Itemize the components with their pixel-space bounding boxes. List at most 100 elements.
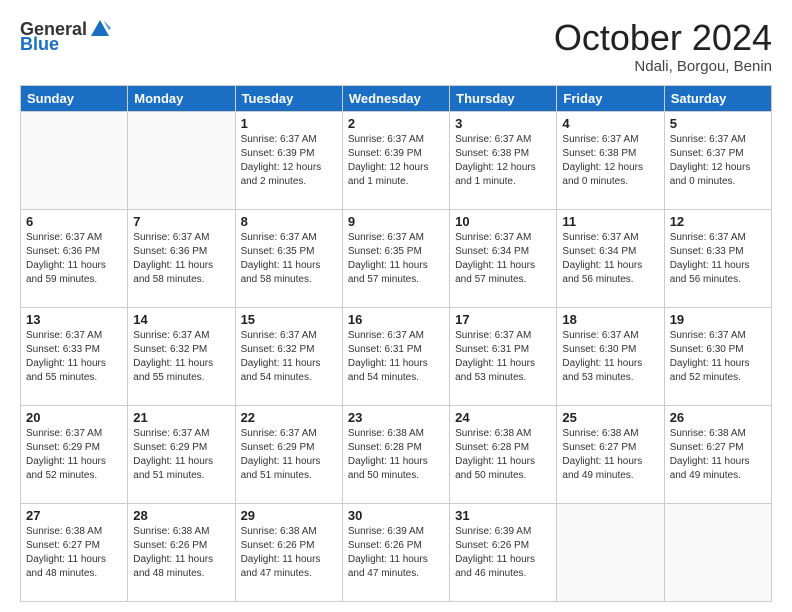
calendar-week-row: 13 Sunrise: 6:37 AM Sunset: 6:33 PM Dayli… [21, 307, 772, 405]
header: General Blue October 2024 Ndali, Borgou,… [20, 18, 772, 75]
day-info: Sunrise: 6:37 AM Sunset: 6:36 PM Dayligh… [133, 231, 229, 287]
day-number: 20 [26, 410, 122, 425]
calendar-cell [128, 111, 235, 209]
calendar-cell: 8 Sunrise: 6:37 AM Sunset: 6:35 PM Daylig… [235, 209, 342, 307]
calendar-cell [557, 503, 664, 601]
day-number: 18 [562, 312, 658, 327]
day-info: Sunrise: 6:37 AM Sunset: 6:29 PM Dayligh… [26, 427, 122, 483]
calendar-cell: 17 Sunrise: 6:37 AM Sunset: 6:31 PM Dayli… [450, 307, 557, 405]
day-info: Sunrise: 6:37 AM Sunset: 6:39 PM Dayligh… [348, 133, 444, 189]
day-info: Sunrise: 6:37 AM Sunset: 6:39 PM Dayligh… [241, 133, 337, 189]
day-number: 2 [348, 116, 444, 131]
day-header-wednesday: Wednesday [342, 85, 449, 111]
calendar-cell: 12 Sunrise: 6:37 AM Sunset: 6:33 PM Dayli… [664, 209, 771, 307]
calendar-cell [21, 111, 128, 209]
day-number: 10 [455, 214, 551, 229]
calendar-cell: 27 Sunrise: 6:38 AM Sunset: 6:27 PM Dayli… [21, 503, 128, 601]
day-info: Sunrise: 6:37 AM Sunset: 6:37 PM Dayligh… [670, 133, 766, 189]
day-number: 17 [455, 312, 551, 327]
logo-icon [89, 18, 111, 40]
day-number: 30 [348, 508, 444, 523]
day-header-monday: Monday [128, 85, 235, 111]
calendar-cell: 10Sunrise: 6:37 AM Sunset: 6:34 PM Dayli… [450, 209, 557, 307]
day-info: Sunrise: 6:38 AM Sunset: 6:28 PM Dayligh… [348, 427, 444, 483]
day-number: 16 [348, 312, 444, 327]
day-info: Sunrise: 6:37 AM Sunset: 6:32 PM Dayligh… [241, 329, 337, 385]
day-info: Sunrise: 6:37 AM Sunset: 6:35 PM Dayligh… [241, 231, 337, 287]
calendar-cell: 19Sunrise: 6:37 AM Sunset: 6:30 PM Dayli… [664, 307, 771, 405]
day-number: 29 [241, 508, 337, 523]
calendar-cell: 14Sunrise: 6:37 AM Sunset: 6:32 PM Dayli… [128, 307, 235, 405]
day-info: Sunrise: 6:38 AM Sunset: 6:27 PM Dayligh… [26, 525, 122, 581]
calendar-cell: 1 Sunrise: 6:37 AM Sunset: 6:39 PM Daylig… [235, 111, 342, 209]
calendar-cell: 31 Sunrise: 6:39 AM Sunset: 6:26 PM Dayli… [450, 503, 557, 601]
day-info: Sunrise: 6:38 AM Sunset: 6:27 PM Dayligh… [562, 427, 658, 483]
day-number: 12 [670, 214, 766, 229]
logo-blue-text: Blue [20, 34, 59, 55]
page: General Blue October 2024 Ndali, Borgou,… [0, 0, 792, 612]
day-info: Sunrise: 6:37 AM Sunset: 6:31 PM Dayligh… [455, 329, 551, 385]
month-title: October 2024 [554, 18, 772, 58]
day-header-tuesday: Tuesday [235, 85, 342, 111]
day-number: 3 [455, 116, 551, 131]
day-header-saturday: Saturday [664, 85, 771, 111]
day-number: 15 [241, 312, 337, 327]
calendar-cell: 11 Sunrise: 6:37 AM Sunset: 6:34 PM Dayli… [557, 209, 664, 307]
calendar-table: SundayMondayTuesdayWednesdayThursdayFrid… [20, 85, 772, 602]
calendar-week-row: 1 Sunrise: 6:37 AM Sunset: 6:39 PM Daylig… [21, 111, 772, 209]
calendar-cell: 9Sunrise: 6:37 AM Sunset: 6:35 PM Daylig… [342, 209, 449, 307]
calendar-cell: 20 Sunrise: 6:37 AM Sunset: 6:29 PM Dayli… [21, 405, 128, 503]
day-info: Sunrise: 6:37 AM Sunset: 6:31 PM Dayligh… [348, 329, 444, 385]
day-number: 8 [241, 214, 337, 229]
calendar-cell: 28Sunrise: 6:38 AM Sunset: 6:26 PM Dayli… [128, 503, 235, 601]
day-info: Sunrise: 6:37 AM Sunset: 6:29 PM Dayligh… [133, 427, 229, 483]
calendar-cell: 7 Sunrise: 6:37 AM Sunset: 6:36 PM Daylig… [128, 209, 235, 307]
day-number: 27 [26, 508, 122, 523]
calendar-header-row: SundayMondayTuesdayWednesdayThursdayFrid… [21, 85, 772, 111]
day-info: Sunrise: 6:37 AM Sunset: 6:32 PM Dayligh… [133, 329, 229, 385]
day-number: 11 [562, 214, 658, 229]
calendar-cell [664, 503, 771, 601]
calendar-week-row: 27 Sunrise: 6:38 AM Sunset: 6:27 PM Dayli… [21, 503, 772, 601]
calendar-cell: 23Sunrise: 6:38 AM Sunset: 6:28 PM Dayli… [342, 405, 449, 503]
calendar-cell: 15 Sunrise: 6:37 AM Sunset: 6:32 PM Dayli… [235, 307, 342, 405]
day-number: 22 [241, 410, 337, 425]
calendar-cell: 18 Sunrise: 6:37 AM Sunset: 6:30 PM Dayli… [557, 307, 664, 405]
calendar-cell: 25Sunrise: 6:38 AM Sunset: 6:27 PM Dayli… [557, 405, 664, 503]
calendar-cell: 30 Sunrise: 6:39 AM Sunset: 6:26 PM Dayli… [342, 503, 449, 601]
day-header-sunday: Sunday [21, 85, 128, 111]
calendar-cell: 6 Sunrise: 6:37 AM Sunset: 6:36 PM Daylig… [21, 209, 128, 307]
calendar-cell: 13 Sunrise: 6:37 AM Sunset: 6:33 PM Dayli… [21, 307, 128, 405]
day-info: Sunrise: 6:37 AM Sunset: 6:33 PM Dayligh… [26, 329, 122, 385]
day-info: Sunrise: 6:37 AM Sunset: 6:38 PM Dayligh… [562, 133, 658, 189]
day-info: Sunrise: 6:37 AM Sunset: 6:34 PM Dayligh… [562, 231, 658, 287]
day-info: Sunrise: 6:37 AM Sunset: 6:30 PM Dayligh… [562, 329, 658, 385]
day-info: Sunrise: 6:39 AM Sunset: 6:26 PM Dayligh… [455, 525, 551, 581]
day-info: Sunrise: 6:38 AM Sunset: 6:27 PM Dayligh… [670, 427, 766, 483]
calendar-cell: 26Sunrise: 6:38 AM Sunset: 6:27 PM Dayli… [664, 405, 771, 503]
day-header-friday: Friday [557, 85, 664, 111]
day-info: Sunrise: 6:39 AM Sunset: 6:26 PM Dayligh… [348, 525, 444, 581]
day-info: Sunrise: 6:37 AM Sunset: 6:36 PM Dayligh… [26, 231, 122, 287]
calendar-cell: 24Sunrise: 6:38 AM Sunset: 6:28 PM Dayli… [450, 405, 557, 503]
day-info: Sunrise: 6:37 AM Sunset: 6:33 PM Dayligh… [670, 231, 766, 287]
day-number: 13 [26, 312, 122, 327]
day-number: 19 [670, 312, 766, 327]
day-number: 21 [133, 410, 229, 425]
day-number: 1 [241, 116, 337, 131]
calendar-cell: 22 Sunrise: 6:37 AM Sunset: 6:29 PM Dayli… [235, 405, 342, 503]
day-number: 24 [455, 410, 551, 425]
day-info: Sunrise: 6:37 AM Sunset: 6:38 PM Dayligh… [455, 133, 551, 189]
calendar-cell: 2 Sunrise: 6:37 AM Sunset: 6:39 PM Daylig… [342, 111, 449, 209]
day-info: Sunrise: 6:38 AM Sunset: 6:26 PM Dayligh… [241, 525, 337, 581]
calendar-week-row: 20 Sunrise: 6:37 AM Sunset: 6:29 PM Dayli… [21, 405, 772, 503]
calendar-cell: 3 Sunrise: 6:37 AM Sunset: 6:38 PM Daylig… [450, 111, 557, 209]
day-info: Sunrise: 6:37 AM Sunset: 6:29 PM Dayligh… [241, 427, 337, 483]
logo: General Blue [20, 18, 111, 55]
day-header-thursday: Thursday [450, 85, 557, 111]
day-number: 7 [133, 214, 229, 229]
day-number: 31 [455, 508, 551, 523]
day-info: Sunrise: 6:37 AM Sunset: 6:35 PM Dayligh… [348, 231, 444, 287]
calendar-cell: 4Sunrise: 6:37 AM Sunset: 6:38 PM Daylig… [557, 111, 664, 209]
day-number: 6 [26, 214, 122, 229]
